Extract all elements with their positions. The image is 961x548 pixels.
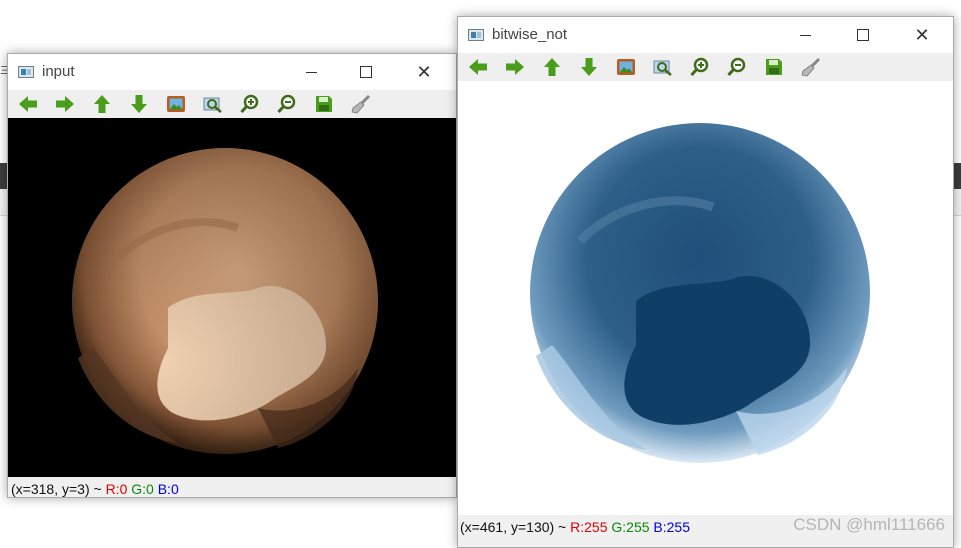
title-bar[interactable]: input ✕: [8, 54, 456, 90]
image-icon[interactable]: [165, 94, 187, 114]
arrow-right-icon[interactable]: [504, 57, 526, 77]
arrow-up-icon[interactable]: [91, 94, 113, 114]
window-title: input: [42, 63, 75, 80]
app-icon: [468, 29, 484, 41]
image-canvas[interactable]: [8, 118, 456, 477]
arrow-right-icon[interactable]: [54, 94, 76, 114]
arrow-left-icon[interactable]: [17, 94, 39, 114]
status-red-value: R:0: [105, 481, 128, 497]
zoom-out-icon[interactable]: [726, 57, 748, 77]
zoom-in-icon[interactable]: [239, 94, 261, 114]
status-green-value: G:0: [131, 481, 154, 497]
status-blue-value: B:255: [653, 519, 691, 535]
arrow-up-icon[interactable]: [541, 57, 563, 77]
minimize-button[interactable]: [782, 17, 828, 53]
watermark-text: CSDN @hml111666: [793, 515, 945, 534]
close-button[interactable]: ✕: [899, 17, 945, 53]
zoom-region-icon[interactable]: [652, 57, 674, 77]
inverted-pluto-image: [530, 123, 870, 463]
zoom-in-icon[interactable]: [689, 57, 711, 77]
image-icon[interactable]: [615, 57, 637, 77]
close-button[interactable]: ✕: [401, 54, 447, 90]
arrow-down-icon[interactable]: [578, 57, 600, 77]
save-icon[interactable]: [763, 57, 785, 77]
status-green-value: G:255: [611, 519, 650, 535]
status-red-value: R:255: [570, 519, 608, 535]
status-coords: (x=461, y=130) ~: [460, 519, 571, 535]
status-blue-value: B:0: [157, 481, 179, 497]
maximize-button[interactable]: [343, 54, 389, 90]
pluto-image: [72, 148, 378, 454]
title-bar[interactable]: bitwise_not ✕: [458, 17, 953, 53]
properties-brush-icon[interactable]: [800, 57, 822, 77]
maximize-button[interactable]: [840, 17, 886, 53]
toolbar: [458, 53, 953, 81]
minimize-button[interactable]: [288, 54, 334, 90]
image-canvas[interactable]: [458, 81, 953, 515]
status-coords: (x=318, y=3) ~: [11, 481, 106, 497]
zoom-out-icon[interactable]: [276, 94, 298, 114]
toolbar: [8, 90, 456, 118]
arrow-down-icon[interactable]: [128, 94, 150, 114]
save-icon[interactable]: [313, 94, 335, 114]
zoom-region-icon[interactable]: [202, 94, 224, 114]
status-bar: (x=318, y=3) ~ R:0 G:0 B:0: [8, 477, 456, 497]
arrow-left-icon[interactable]: [467, 57, 489, 77]
app-icon: [18, 66, 34, 78]
window-bitwise-not[interactable]: bitwise_not ✕ (x=461, y=130) ~ R:255 G:2…: [457, 16, 954, 548]
window-title: bitwise_not: [492, 26, 568, 43]
properties-brush-icon[interactable]: [350, 94, 372, 114]
window-input[interactable]: input ✕ (x=318, y=3) ~ R:0 G:0 B:0: [7, 53, 457, 498]
